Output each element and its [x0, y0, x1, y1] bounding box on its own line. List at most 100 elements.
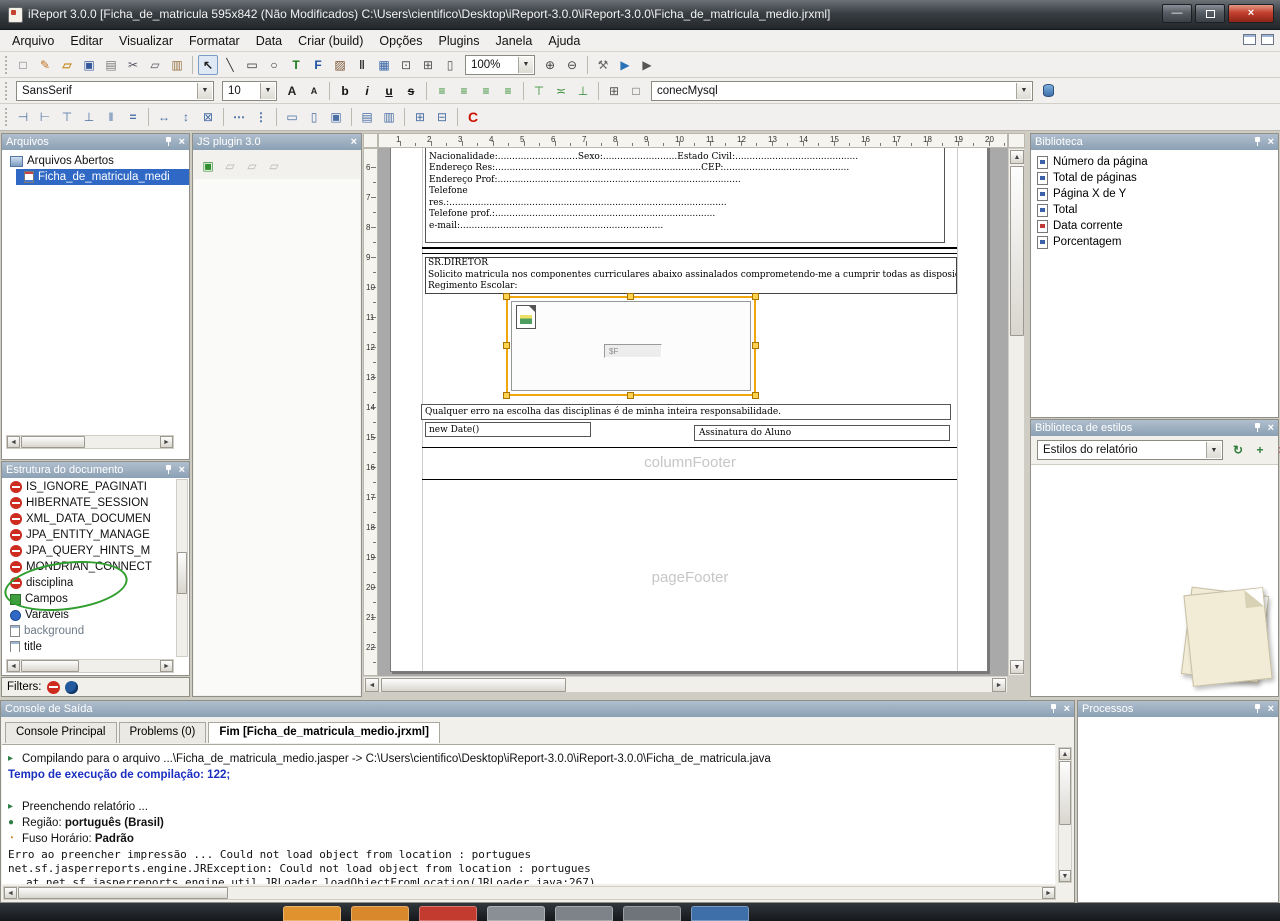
menu-item-data[interactable]: Data: [248, 32, 290, 50]
maximize-button[interactable]: [1195, 4, 1225, 23]
scroll-left-icon[interactable]: ◄: [7, 436, 20, 448]
menu-item-ajuda[interactable]: Ajuda: [540, 32, 588, 50]
tree-item-is-ignore-paginati[interactable]: IS_IGNORE_PAGINATI: [2, 479, 189, 495]
canvas-vscrollbar[interactable]: ▲ ▼: [1008, 148, 1025, 676]
estrutura-hscrollbar[interactable]: ◄ ►: [6, 659, 174, 673]
chevron-down-icon[interactable]: ▼: [1016, 83, 1031, 99]
mdi-restore-window-icon[interactable]: [1243, 34, 1256, 45]
toolbar-grip[interactable]: [5, 56, 8, 74]
js-report-icon-1[interactable]: ▱: [220, 156, 240, 176]
pen-style-icon[interactable]: □: [626, 81, 646, 101]
strikethrough-icon[interactable]: s: [401, 81, 421, 101]
library-item-p-gina-x-de-y[interactable]: Página X de Y: [1031, 186, 1278, 202]
valign-middle-icon[interactable]: ≍: [551, 81, 571, 101]
toolbar-grip[interactable]: [5, 82, 8, 100]
new-report-icon[interactable]: □: [13, 55, 33, 75]
pointer-tool-icon[interactable]: ↖: [198, 55, 218, 75]
report-page[interactable]: ........................................…: [390, 148, 988, 672]
pin-icon[interactable]: [164, 465, 173, 475]
filter-variables-icon[interactable]: [65, 681, 78, 694]
report-styles-combo[interactable]: Estilos do relatório ▼: [1037, 440, 1223, 460]
zoom-combo[interactable]: 100% ▼: [465, 55, 535, 75]
barcode-tool-icon[interactable]: ‖: [352, 55, 372, 75]
font-family-combo[interactable]: SansSerif ▼: [16, 81, 214, 101]
font-decrease-icon[interactable]: A: [304, 81, 324, 101]
taskbar-button-5[interactable]: [555, 906, 613, 921]
same-width-icon[interactable]: ↔: [154, 107, 174, 127]
taskbar-button-4[interactable]: [487, 906, 545, 921]
estrutura-vscrollbar[interactable]: [176, 479, 188, 657]
taskbar-button-1[interactable]: [283, 906, 341, 921]
arquivos-hscrollbar[interactable]: ◄ ►: [6, 435, 174, 449]
align-center-icon[interactable]: ≡: [454, 81, 474, 101]
rectangle-tool-icon[interactable]: ▭: [242, 55, 262, 75]
chevron-down-icon[interactable]: ▼: [1206, 442, 1221, 458]
tree-item-mondrian-connect[interactable]: MONDRIAN_CONNECT: [2, 559, 189, 575]
magnet-snap-icon[interactable]: C: [463, 107, 483, 127]
tree-item-hibernate-session[interactable]: HIBERNATE_SESSION: [2, 495, 189, 511]
band-separator[interactable]: [422, 479, 957, 480]
band-separator[interactable]: [422, 447, 957, 448]
menu-item-op-es[interactable]: Opções: [371, 32, 430, 50]
pin-icon[interactable]: [1049, 704, 1058, 714]
resize-handle[interactable]: [503, 342, 510, 349]
pin-icon[interactable]: [164, 137, 173, 147]
same-size-icon[interactable]: ⊠: [198, 107, 218, 127]
chevron-down-icon[interactable]: ▼: [260, 83, 275, 99]
scroll-left-icon[interactable]: ◄: [365, 678, 379, 692]
static-text-tool-icon[interactable]: T: [286, 55, 306, 75]
resize-handle[interactable]: [627, 293, 634, 300]
database-icon[interactable]: [1038, 81, 1058, 101]
borders-icon[interactable]: ⊞: [604, 81, 624, 101]
align-horizontal-center-icon[interactable]: ‖: [101, 107, 121, 127]
valign-top-icon[interactable]: ⊤: [529, 81, 549, 101]
menu-item-visualizar[interactable]: Visualizar: [111, 32, 181, 50]
scrollbar-thumb[interactable]: [1059, 761, 1071, 825]
tree-item-background[interactable]: background: [2, 623, 189, 639]
align-justify-icon[interactable]: ≡: [498, 81, 518, 101]
chevron-down-icon[interactable]: ▼: [518, 57, 533, 73]
scrollbar-thumb[interactable]: [21, 436, 85, 448]
tree-item-jpa-query-hints-m[interactable]: JPA_QUERY_HINTS_M: [2, 543, 189, 559]
tree-item-disciplina[interactable]: disciplina: [2, 575, 189, 591]
run-report-icon[interactable]: ▶: [615, 55, 635, 75]
taskbar-button-3[interactable]: [419, 906, 477, 921]
delete-style-icon[interactable]: ×: [1272, 440, 1280, 460]
filter-parameters-icon[interactable]: [47, 681, 60, 694]
close-icon[interactable]: ×: [179, 464, 185, 476]
band-separator[interactable]: [422, 253, 957, 254]
close-icon[interactable]: ×: [1064, 703, 1070, 715]
center-in-band-horizontal-icon[interactable]: ▭: [282, 107, 302, 127]
crosstab-tool-icon[interactable]: ⊞: [418, 55, 438, 75]
scroll-right-icon[interactable]: ►: [160, 660, 173, 672]
taskbar-button-7[interactable]: [691, 906, 749, 921]
resize-handle[interactable]: [752, 342, 759, 349]
menu-item-plugins[interactable]: Plugins: [431, 32, 488, 50]
tree-item-arquivos-abertos[interactable]: Arquivos Abertos: [2, 153, 189, 169]
underline-icon[interactable]: u: [379, 81, 399, 101]
signature-text-element[interactable]: Assinatura do Aluno: [694, 425, 950, 441]
distribute-horizontal-icon[interactable]: ⋯: [229, 107, 249, 127]
console-tab-console-principal[interactable]: Console Principal: [5, 722, 117, 743]
pin-icon[interactable]: [1253, 704, 1262, 714]
library-item-total[interactable]: Total: [1031, 202, 1278, 218]
align-left-icon[interactable]: ≡: [432, 81, 452, 101]
close-icon[interactable]: ×: [1268, 422, 1274, 434]
js-add-report-icon[interactable]: ▣: [198, 156, 218, 176]
center-in-band-vertical-icon[interactable]: ▯: [304, 107, 324, 127]
bring-to-front-icon[interactable]: ▤: [357, 107, 377, 127]
close-icon[interactable]: ×: [1268, 136, 1274, 148]
open-report-icon[interactable]: ▱: [57, 55, 77, 75]
ellipse-tool-icon[interactable]: ○: [264, 55, 284, 75]
image-expression-field[interactable]: $F: [604, 344, 662, 358]
library-item-data-corrente[interactable]: Data corrente: [1031, 218, 1278, 234]
run-report-with-connection-icon[interactable]: ▶: [637, 55, 657, 75]
tree-item-campos[interactable]: Campos: [2, 591, 189, 607]
console-tab-fim-ficha-de-matricula-medio-jrxml[interactable]: Fim [Ficha_de_matricula_medio.jrxml]: [208, 722, 440, 743]
menu-item-arquivo[interactable]: Arquivo: [4, 32, 62, 50]
taskbar-button-2[interactable]: [351, 906, 409, 921]
close-icon[interactable]: ×: [351, 136, 357, 148]
close-button[interactable]: ×: [1228, 4, 1274, 23]
scroll-down-icon[interactable]: ▼: [1010, 660, 1024, 674]
scroll-up-icon[interactable]: ▲: [1010, 150, 1024, 164]
